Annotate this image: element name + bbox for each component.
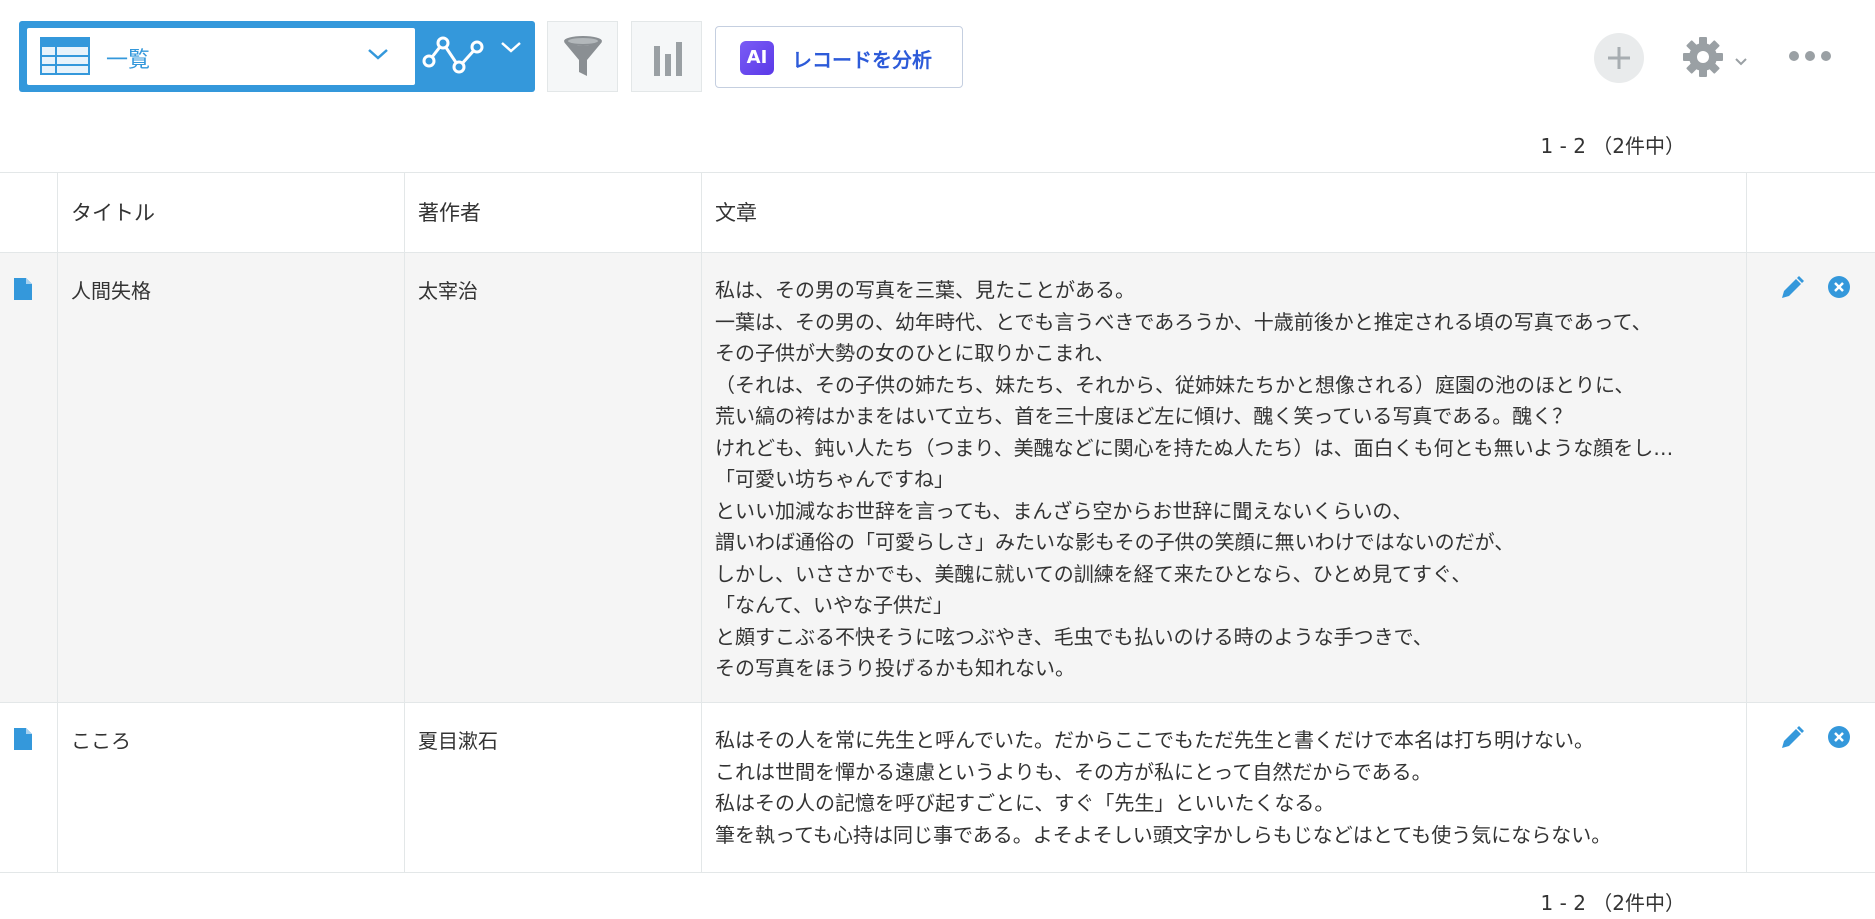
gear-icon bbox=[1682, 36, 1724, 82]
text-line: 筆を執っても心持は同じ事である。よそよそしい頭文字かしらもじなどはとても使う気に… bbox=[715, 822, 1612, 847]
header-label: タイトル bbox=[71, 201, 155, 225]
column-header-title[interactable]: タイトル bbox=[58, 173, 405, 252]
record-text: 私は、その男の写真を三葉、見たことがある。 一葉は、その男の、幼年時代、とでも言… bbox=[715, 275, 1673, 685]
author-cell: 夏目漱石 bbox=[405, 703, 702, 872]
header-label: 文章 bbox=[715, 201, 757, 225]
record-title: 人間失格 bbox=[71, 279, 151, 303]
ai-analyze-button[interactable]: AI レコードを分析 bbox=[715, 26, 963, 88]
row-actions bbox=[1747, 253, 1875, 702]
header-spacer bbox=[0, 173, 58, 252]
delete-icon[interactable] bbox=[1827, 725, 1851, 753]
text-line: 「可愛い坊ちゃんですね」 bbox=[715, 467, 954, 491]
graph-menu-button[interactable] bbox=[419, 31, 495, 83]
header-actions bbox=[1747, 173, 1875, 252]
row-detail-cell bbox=[0, 253, 58, 702]
author-cell: 太宰治 bbox=[405, 253, 702, 702]
more-icon bbox=[1788, 48, 1832, 67]
add-record-button[interactable] bbox=[1594, 33, 1644, 83]
title-cell: 人間失格 bbox=[58, 253, 405, 702]
filter-button[interactable] bbox=[547, 21, 618, 92]
chevron-down-icon bbox=[367, 46, 389, 65]
text-line: 私はその人の記憶を呼び起すごとに、すぐ「先生」といいたくなる。 bbox=[715, 791, 1335, 815]
record-text: 私はその人を常に先生と呼んでいた。だからここでもただ先生と書くだけで本名は打ち明… bbox=[715, 725, 1611, 851]
table-view-icon bbox=[40, 37, 90, 79]
text-line: これは世間を憚かる遠慮というよりも、その方が私にとって自然だからである。 bbox=[715, 759, 1432, 784]
pagination-info: 1 - 2 （2件中） bbox=[1540, 134, 1685, 158]
text-line: 荒い縞の袴はかまをはいて立ち、首を三十度ほど左に傾け、醜く笑っている写真である。… bbox=[715, 404, 1573, 428]
more-options-button[interactable] bbox=[1788, 48, 1832, 68]
chevron-down-icon bbox=[499, 40, 523, 59]
bar-graph-icon bbox=[652, 40, 684, 80]
header-label: 著作者 bbox=[418, 201, 481, 225]
edit-icon[interactable] bbox=[1779, 275, 1805, 305]
chevron-down-icon bbox=[1734, 52, 1748, 71]
edit-icon[interactable] bbox=[1779, 725, 1805, 755]
ai-analyze-label: レコードを分析 bbox=[792, 48, 932, 72]
document-icon[interactable] bbox=[13, 727, 33, 755]
text-line: 私は、その男の写真を三葉、見たことがある。 bbox=[715, 278, 1135, 302]
text-line: その写真をほうり投げるかも知れない。 bbox=[715, 656, 1075, 680]
graph-icon bbox=[419, 36, 485, 81]
table-row: こころ 夏目漱石 私はその人を常に先生と呼んでいた。だからここでもただ先生と書く… bbox=[0, 703, 1875, 873]
view-select-dropdown[interactable]: 一覧 bbox=[27, 28, 415, 85]
graph-view-button[interactable] bbox=[631, 21, 702, 92]
text-cell: 私はその人を常に先生と呼んでいた。だからここでもただ先生と書くだけで本名は打ち明… bbox=[702, 703, 1747, 872]
table-row: 人間失格 太宰治 私は、その男の写真を三葉、見たことがある。 一葉は、その男の、… bbox=[0, 253, 1875, 703]
filter-icon bbox=[562, 34, 604, 84]
ai-badge-icon: AI bbox=[740, 41, 774, 75]
text-line: その子供が大勢の女のひとに取りかこまれ、 bbox=[715, 341, 1115, 365]
view-name: 一覧 bbox=[106, 48, 151, 73]
toolbar: 一覧 AI レコードを分析 bbox=[0, 0, 1875, 110]
text-line: しかし、いささかでも、美醜に就いての訓練を経て来たひとなら、ひとめ見てすぐ、 bbox=[715, 561, 1472, 586]
document-icon[interactable] bbox=[13, 277, 33, 305]
record-author: 太宰治 bbox=[418, 279, 478, 303]
text-line: （それは、その子供の姉たち、妹たち、それから、従姉妹たちかと想像される）庭園の池… bbox=[715, 372, 1635, 397]
view-selector-group: 一覧 bbox=[19, 21, 535, 92]
record-title: こころ bbox=[71, 729, 131, 753]
column-header-text[interactable]: 文章 bbox=[702, 173, 1747, 252]
text-line: けれども、鈍い人たち（つまり、美醜などに関心を持たぬ人たち）は、面白くも何とも無… bbox=[715, 435, 1674, 460]
delete-icon[interactable] bbox=[1827, 275, 1851, 303]
text-line: 「なんて、いやな子供だ」 bbox=[715, 593, 953, 617]
row-actions bbox=[1747, 703, 1875, 872]
text-line: 謂いわば通俗の「可愛らしさ」みたいな影もその子供の笑顔に無いわけではないのだが、 bbox=[715, 530, 1515, 554]
graph-dropdown-chevron[interactable] bbox=[499, 39, 523, 59]
title-cell: こころ bbox=[58, 703, 405, 872]
row-detail-cell bbox=[0, 703, 58, 872]
column-header-author[interactable]: 著作者 bbox=[405, 173, 702, 252]
pagination-info-bottom: 1 - 2 （2件中） bbox=[1540, 891, 1685, 915]
app-settings-button[interactable] bbox=[1682, 36, 1750, 78]
text-line: 私はその人を常に先生と呼んでいた。だからここでもただ先生と書くだけで本名は打ち明… bbox=[715, 728, 1594, 752]
text-line: と頗すこぶる不快そうに呟つぶやき、毛虫でも払いのける時のような手つきで、 bbox=[715, 624, 1433, 649]
table-header-row: タイトル 著作者 文章 bbox=[0, 172, 1875, 253]
text-line: といい加減なお世辞を言っても、まんざら空からお世辞に聞えないくらいの、 bbox=[715, 498, 1413, 523]
text-cell: 私は、その男の写真を三葉、見たことがある。 一葉は、その男の、幼年時代、とでも言… bbox=[702, 253, 1747, 702]
text-line: 一葉は、その男の、幼年時代、とでも言うべきであろうか、十歳前後かと推定される頃の… bbox=[715, 309, 1652, 334]
record-author: 夏目漱石 bbox=[418, 729, 498, 753]
plus-icon bbox=[1606, 45, 1632, 75]
